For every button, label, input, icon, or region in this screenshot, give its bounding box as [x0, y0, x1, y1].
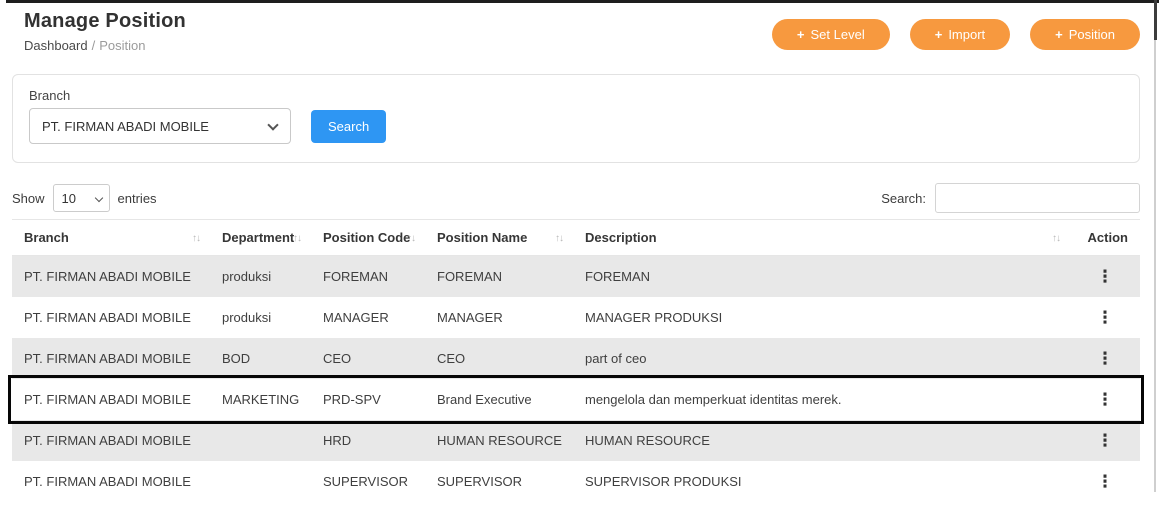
window-top-border	[6, 0, 1159, 3]
branch-filter-row: PT. FIRMAN ABADI MOBILE Search	[29, 108, 1123, 144]
search-button[interactable]: Search	[311, 109, 387, 143]
row-actions-menu-icon[interactable]: ⋮	[1087, 470, 1124, 493]
row-actions-menu-icon[interactable]: ⋮	[1087, 265, 1124, 288]
page-header: Manage Position Dashboard / Position + Set …	[12, 8, 1140, 53]
scrollbar-thumb[interactable]	[1154, 0, 1157, 40]
table-row: PT. FIRMAN ABADI MOBILE SUPERVISOR SUPER…	[12, 461, 1140, 502]
cell-department: MARKETING	[222, 392, 300, 407]
plus-icon: +	[1055, 27, 1063, 42]
cell-description: SUPERVISOR PRODUKSI	[585, 474, 742, 489]
cell-description: mengelola dan memperkuat identitas merek…	[585, 392, 842, 407]
cell-branch: PT. FIRMAN ABADI MOBILE	[24, 269, 191, 284]
breadcrumb-dashboard[interactable]: Dashboard	[24, 38, 88, 53]
cell-department: BOD	[222, 351, 251, 366]
header-actions: + Set Level + Import + Position	[771, 19, 1140, 50]
plus-icon: +	[934, 27, 943, 42]
table-search-label: Search:	[881, 190, 926, 206]
row-actions-menu-icon[interactable]: ⋮	[1087, 429, 1124, 452]
column-header-position-code[interactable]: Position Code ↑↓	[311, 219, 425, 256]
column-header-action: Action	[1070, 219, 1140, 256]
table-row: PT. FIRMAN ABADI MOBILE HRD HUMAN RESOUR…	[12, 420, 1140, 461]
branch-filter-card: Branch PT. FIRMAN ABADI MOBILE Search	[12, 74, 1140, 163]
cell-branch: PT. FIRMAN ABADI MOBILE	[24, 392, 191, 407]
cell-department: produksi	[222, 310, 272, 325]
scrollbar-track	[1154, 40, 1156, 492]
cell-branch: PT. FIRMAN ABADI MOBILE	[24, 474, 191, 489]
plus-icon: +	[796, 27, 805, 42]
cell-position-name: CEO	[437, 351, 466, 366]
cell-position-name: HUMAN RESOURCE	[437, 433, 562, 448]
import-button[interactable]: + Import	[909, 19, 1011, 50]
entries-select[interactable]: 10	[52, 184, 110, 212]
column-header-branch[interactable]: Branch ↑↓	[12, 219, 210, 256]
cell-department	[210, 461, 311, 502]
cell-position-name: FOREMAN	[437, 269, 502, 284]
cell-position-code: CEO	[323, 351, 352, 366]
cell-position-code: PRD-SPV	[323, 392, 381, 407]
cell-description: HUMAN RESOURCE	[585, 433, 710, 448]
cell-position-name: SUPERVISOR	[437, 474, 523, 489]
table-row: PT. FIRMAN ABADI MOBILE produksi MANAGER…	[12, 297, 1140, 338]
table-header-row: Branch ↑↓ Department ↑↓ Position Code ↑↓ Po…	[12, 219, 1140, 256]
column-header-description[interactable]: Description ↑↓	[573, 219, 1070, 256]
cell-branch: PT. FIRMAN ABADI MOBILE	[24, 433, 191, 448]
cell-department	[210, 420, 311, 461]
breadcrumb-separator: /	[91, 38, 96, 53]
sort-icon: ↑↓	[407, 233, 416, 244]
sort-icon: ↑↓	[293, 233, 302, 244]
cell-description: MANAGER PRODUKSI	[585, 310, 723, 325]
row-actions-menu-icon[interactable]: ⋮	[1087, 347, 1124, 370]
show-entries-group: Show 10 entries	[12, 184, 157, 212]
sort-icon: ↑↓	[1052, 233, 1061, 244]
table-row: PT. FIRMAN ABADI MOBILE BOD CEO CEO part…	[12, 338, 1140, 379]
row-actions-menu-icon[interactable]: ⋮	[1087, 306, 1124, 329]
breadcrumb: Dashboard / Position	[24, 38, 186, 53]
table-row: PT. FIRMAN ABADI MOBILE produksi FOREMAN…	[12, 255, 1140, 297]
sort-icon: ↑↓	[555, 233, 564, 244]
page-title: Manage Position	[24, 10, 186, 32]
cell-position-code: HRD	[323, 433, 352, 448]
cell-description: part of ceo	[585, 351, 647, 366]
branch-select[interactable]: PT. FIRMAN ABADI MOBILE	[29, 108, 291, 144]
cell-description: FOREMAN	[585, 269, 650, 284]
cell-position-code: FOREMAN	[323, 269, 388, 284]
show-label: Show	[12, 190, 45, 206]
table-search-group: Search:	[881, 183, 1140, 213]
page: Manage Position Dashboard / Position + Set …	[0, 0, 1162, 502]
column-header-department[interactable]: Department ↑↓	[210, 219, 311, 256]
cell-position-name: Brand Executive	[437, 392, 532, 407]
cell-branch: PT. FIRMAN ABADI MOBILE	[24, 310, 191, 325]
cell-position-code: MANAGER	[323, 310, 389, 325]
entries-select-wrap: 10	[52, 184, 110, 212]
add-position-button[interactable]: + Position	[1030, 19, 1140, 50]
cell-position-code: SUPERVISOR	[323, 474, 409, 489]
cell-position-name: MANAGER	[437, 310, 503, 325]
title-block: Manage Position Dashboard / Position	[12, 8, 186, 53]
sort-icon: ↑↓	[192, 233, 201, 244]
entries-label: entries	[117, 190, 157, 206]
cell-branch: PT. FIRMAN ABADI MOBILE	[24, 351, 191, 366]
positions-table: Branch ↑↓ Department ↑↓ Position Code ↑↓ Po…	[8, 219, 1144, 502]
branch-select-wrap: PT. FIRMAN ABADI MOBILE	[29, 108, 291, 144]
column-header-position-name[interactable]: Position Name ↑↓	[425, 219, 573, 256]
branch-label: Branch	[29, 88, 71, 103]
set-level-button[interactable]: + Set Level	[771, 19, 890, 50]
table-search-input[interactable]	[935, 183, 1140, 213]
table-row-highlighted: PT. FIRMAN ABADI MOBILE MARKETING PRD-SP…	[8, 375, 1144, 424]
table-controls: Show 10 entries Search:	[12, 183, 1140, 219]
cell-department: produksi	[222, 269, 272, 284]
row-actions-menu-icon[interactable]: ⋮	[1087, 388, 1124, 411]
breadcrumb-position: Position	[99, 38, 146, 53]
